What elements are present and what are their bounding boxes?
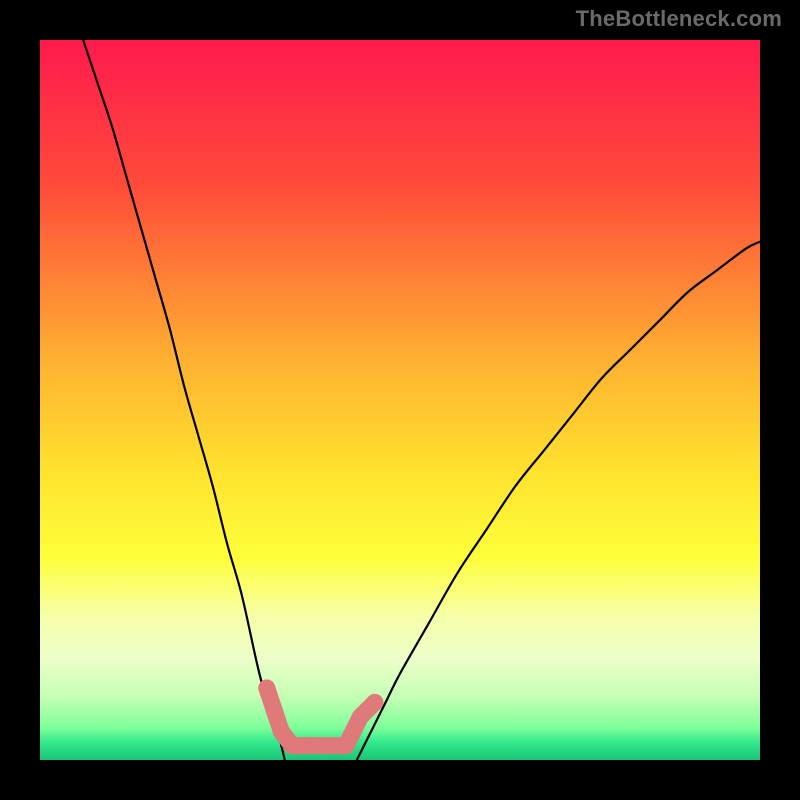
- watermark-text: TheBottleneck.com: [576, 6, 782, 32]
- plot-area: [40, 40, 760, 760]
- gradient-background: [40, 40, 760, 760]
- chart-frame: TheBottleneck.com: [0, 0, 800, 800]
